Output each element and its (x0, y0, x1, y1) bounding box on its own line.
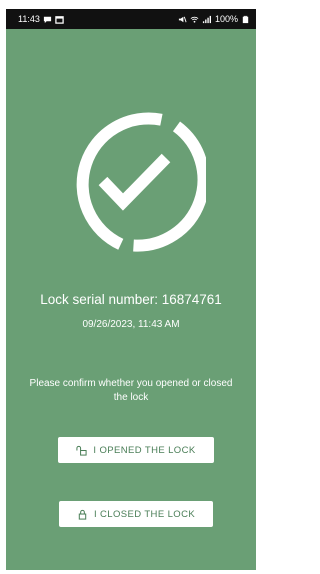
battery-percent: 100% (214, 14, 238, 24)
unlock-icon (76, 445, 87, 456)
mute-icon (178, 15, 187, 24)
calendar-icon (55, 15, 64, 24)
closed-lock-label: I CLOSED THE LOCK (93, 508, 196, 520)
lock-serial-number: Lock serial number: 16874761 (40, 292, 222, 307)
message-icon (43, 15, 52, 24)
wifi-icon (190, 15, 199, 24)
lock-icon (77, 509, 88, 520)
status-right: 100% (178, 14, 250, 24)
opened-lock-label: I OPENED THE LOCK (93, 444, 196, 456)
app-screen: 11:43 100% Lock serial number: 16874761 … (6, 9, 256, 570)
signal-icon (202, 15, 211, 24)
closed-lock-button[interactable]: I CLOSED THE LOCK (59, 501, 213, 527)
status-left: 11:43 (18, 14, 64, 24)
opened-lock-button[interactable]: I OPENED THE LOCK (58, 437, 214, 463)
lock-timestamp: 09/26/2023, 11:43 AM (82, 319, 180, 330)
confirmation-prompt: Please confirm whether you opened or clo… (29, 378, 233, 403)
check-circle-icon (61, 107, 206, 252)
status-time: 11:43 (18, 14, 40, 24)
status-bar: 11:43 100% (6, 9, 256, 29)
battery-icon (241, 15, 250, 24)
